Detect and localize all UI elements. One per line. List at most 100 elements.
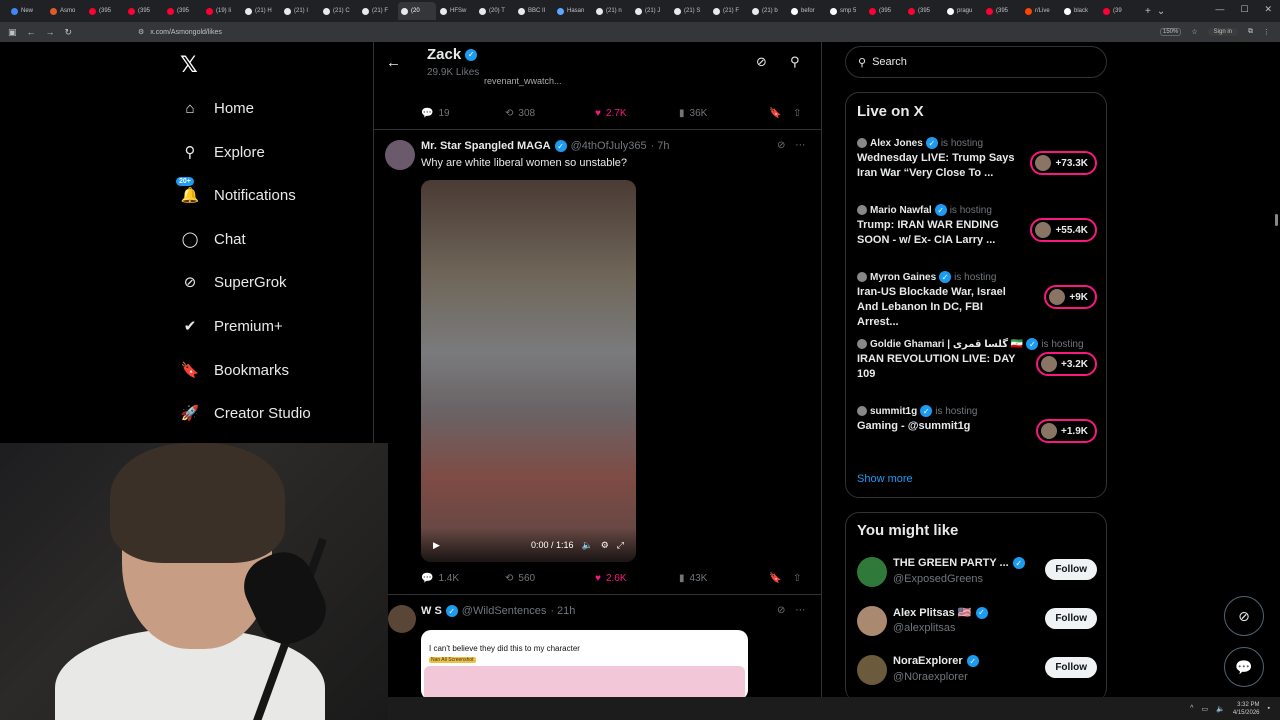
browser-tab[interactable]: (21) C xyxy=(320,2,358,20)
live-item[interactable]: Myron Gaines ✓ is hosting Iran-US Blockade … xyxy=(857,271,1097,331)
maximize-icon[interactable]: ☐ xyxy=(1240,4,1248,15)
author-name[interactable]: Mr. Star Spangled MAGA xyxy=(421,140,551,152)
nav-item-bookmarks[interactable]: 🔖 Bookmarks xyxy=(180,355,289,385)
nav-item-creator-studio[interactable]: 🚀 Creator Studio xyxy=(180,398,311,428)
browser-tab[interactable]: (395 xyxy=(86,2,124,20)
avatar[interactable] xyxy=(857,606,887,636)
grok-icon[interactable]: ⊘ xyxy=(777,140,785,151)
grok-icon[interactable]: ⊘ xyxy=(756,54,767,70)
tab-list-icon[interactable]: ⌄ xyxy=(1157,6,1165,17)
browser-tab[interactable]: BBC II xyxy=(515,2,553,20)
live-listener-count[interactable]: +55.4K xyxy=(1030,218,1097,242)
nav-item-notifications[interactable]: 🔔 20+ Notifications xyxy=(176,177,296,210)
tweet[interactable]: Mr. Star Spangled MAGA ✓ @4thOfJuly365 ·… xyxy=(374,129,821,594)
live-listener-count[interactable]: +1.9K xyxy=(1036,419,1097,443)
zoom-indicator[interactable]: 150% xyxy=(1160,28,1182,36)
nav-item-supergrok[interactable]: ⊘ SuperGrok xyxy=(180,267,287,297)
author-handle[interactable]: @4thOfJuly365 xyxy=(571,140,647,152)
live-item[interactable]: Alex Jones ✓ is hosting Wednesday LIVE: Tru… xyxy=(857,137,1097,197)
browser-tab[interactable]: (21) S xyxy=(671,2,709,20)
search-icon[interactable]: ⚲ xyxy=(790,54,800,70)
follow-button[interactable]: Follow xyxy=(1045,559,1097,580)
browser-tab[interactable]: (395 xyxy=(164,2,202,20)
live-item[interactable]: summit1g ✓ is hosting Gaming - @summit1g +1.… xyxy=(857,405,1097,465)
browser-tab[interactable]: smp 5 xyxy=(827,2,865,20)
network-icon[interactable]: ▭ xyxy=(1201,705,1208,713)
search-input[interactable]: ⚲ Search xyxy=(845,46,1107,78)
browser-tab[interactable]: (21) n xyxy=(593,2,631,20)
minimize-icon[interactable]: — xyxy=(1215,4,1224,15)
reply-button[interactable]: 💬 1.4K xyxy=(421,573,505,584)
signin-button[interactable]: Sign in xyxy=(1207,28,1238,36)
share-button[interactable]: ⇧ xyxy=(793,108,801,119)
views-button[interactable]: ▮ 36K xyxy=(679,108,769,119)
browser-tab[interactable]: (21) I xyxy=(281,2,319,20)
suggested-account[interactable]: THE GREEN PARTY ... ✓ @ExposedGreens Follow xyxy=(857,555,1097,591)
url-text[interactable]: x.com/Asmongold/likes xyxy=(150,29,222,36)
back-icon[interactable]: ← xyxy=(27,27,36,37)
show-more-link[interactable]: Show more xyxy=(857,473,913,485)
clock[interactable]: 3:32 PM 4/15/2026 xyxy=(1233,701,1260,717)
author-name[interactable]: W S xyxy=(421,605,442,617)
play-icon[interactable]: ▶ xyxy=(433,540,440,551)
tweet-time[interactable]: · 21h xyxy=(550,605,575,617)
live-listener-count[interactable]: +73.3K xyxy=(1030,151,1097,175)
nav-item-explore[interactable]: ⚲ Explore xyxy=(180,137,265,167)
browser-tab[interactable]: HFSw xyxy=(437,2,475,20)
extensions-icon[interactable]: ⧉ xyxy=(1248,28,1253,36)
browser-tab[interactable]: (20 xyxy=(398,2,436,20)
grok-floating-button[interactable]: ⊘ xyxy=(1224,596,1264,636)
browser-tab[interactable]: (395 xyxy=(125,2,163,20)
browser-tab[interactable]: (39 xyxy=(1100,2,1138,20)
sidebar-icon[interactable]: ▣ xyxy=(8,27,17,38)
x-logo-icon[interactable]: 𝕏 xyxy=(180,52,198,78)
live-item[interactable]: Goldie Ghamari | گلسا قمری 🇮🇷 ✓ is hosting… xyxy=(857,338,1097,398)
browser-tab[interactable]: New xyxy=(8,2,46,20)
live-listener-count[interactable]: +3.2K xyxy=(1036,352,1097,376)
forward-icon[interactable]: → xyxy=(46,27,55,37)
menu-icon[interactable]: ⋮ xyxy=(1263,28,1270,36)
volume-icon[interactable]: 🔈 xyxy=(1216,705,1225,713)
bookmark-button[interactable]: 🔖 xyxy=(769,573,793,584)
browser-tab[interactable]: pragu xyxy=(944,2,982,20)
like-button[interactable]: ♥ 2.7K xyxy=(595,108,679,119)
nav-item-home[interactable]: ⌂ Home xyxy=(180,93,254,123)
live-listener-count[interactable]: +9K xyxy=(1044,285,1097,309)
tweet-time[interactable]: · 7h xyxy=(651,140,670,152)
avatar[interactable] xyxy=(857,655,887,685)
scrollbar[interactable] xyxy=(1275,214,1278,226)
browser-tab[interactable]: r/Live xyxy=(1022,2,1060,20)
browser-tab[interactable]: black xyxy=(1061,2,1099,20)
nav-item-chat[interactable]: ◯ Chat xyxy=(180,224,246,254)
browser-tab[interactable]: (21) J xyxy=(632,2,670,20)
live-item[interactable]: Mario Nawfal ✓ is hosting Trump: IRAN WAR E… xyxy=(857,204,1097,264)
views-button[interactable]: ▮ 43K xyxy=(679,573,769,584)
volume-icon[interactable]: 🔈 xyxy=(582,540,593,551)
settings-icon[interactable]: ⚙ xyxy=(601,540,609,551)
browser-tab[interactable]: (395 xyxy=(905,2,943,20)
close-window-icon[interactable]: ✕ xyxy=(1264,4,1272,15)
repost-button[interactable]: ⟲ 560 xyxy=(505,573,595,584)
tweet-video[interactable]: ▶ 0:00 / 1:16 🔈 ⚙ ⤢ xyxy=(421,180,636,562)
browser-tab[interactable]: Asmo xyxy=(47,2,85,20)
browser-tab[interactable]: (21) b xyxy=(749,2,787,20)
fullscreen-icon[interactable]: ⤢ xyxy=(617,540,624,551)
browser-tab[interactable]: (19) li xyxy=(203,2,241,20)
bookmark-button[interactable]: 🔖 xyxy=(769,108,793,119)
reload-icon[interactable]: ↻ xyxy=(65,27,73,38)
like-button[interactable]: ♥ 2.6K xyxy=(595,573,679,584)
author-handle[interactable]: @WildSentences xyxy=(462,605,547,617)
suggested-account[interactable]: NoraExplorer ✓ @N0raexplorer Follow xyxy=(857,653,1097,689)
browser-tab[interactable]: (20) T xyxy=(476,2,514,20)
browser-tab[interactable]: befor xyxy=(788,2,826,20)
tweet-image[interactable]: I can't believe they did this to my char… xyxy=(421,630,748,700)
avatar[interactable] xyxy=(388,605,416,633)
browser-tab[interactable]: (21) F xyxy=(710,2,748,20)
tray-chevron-icon[interactable]: ^ xyxy=(1190,705,1193,712)
repost-button[interactable]: ⟲ 308 xyxy=(505,108,595,119)
back-arrow-icon[interactable]: ← xyxy=(386,54,401,71)
browser-tab[interactable]: (21) F xyxy=(359,2,397,20)
star-icon[interactable]: ☆ xyxy=(1191,28,1197,36)
messages-floating-button[interactable]: 💬 xyxy=(1224,647,1264,687)
grok-icon[interactable]: ⊘ xyxy=(777,605,785,616)
